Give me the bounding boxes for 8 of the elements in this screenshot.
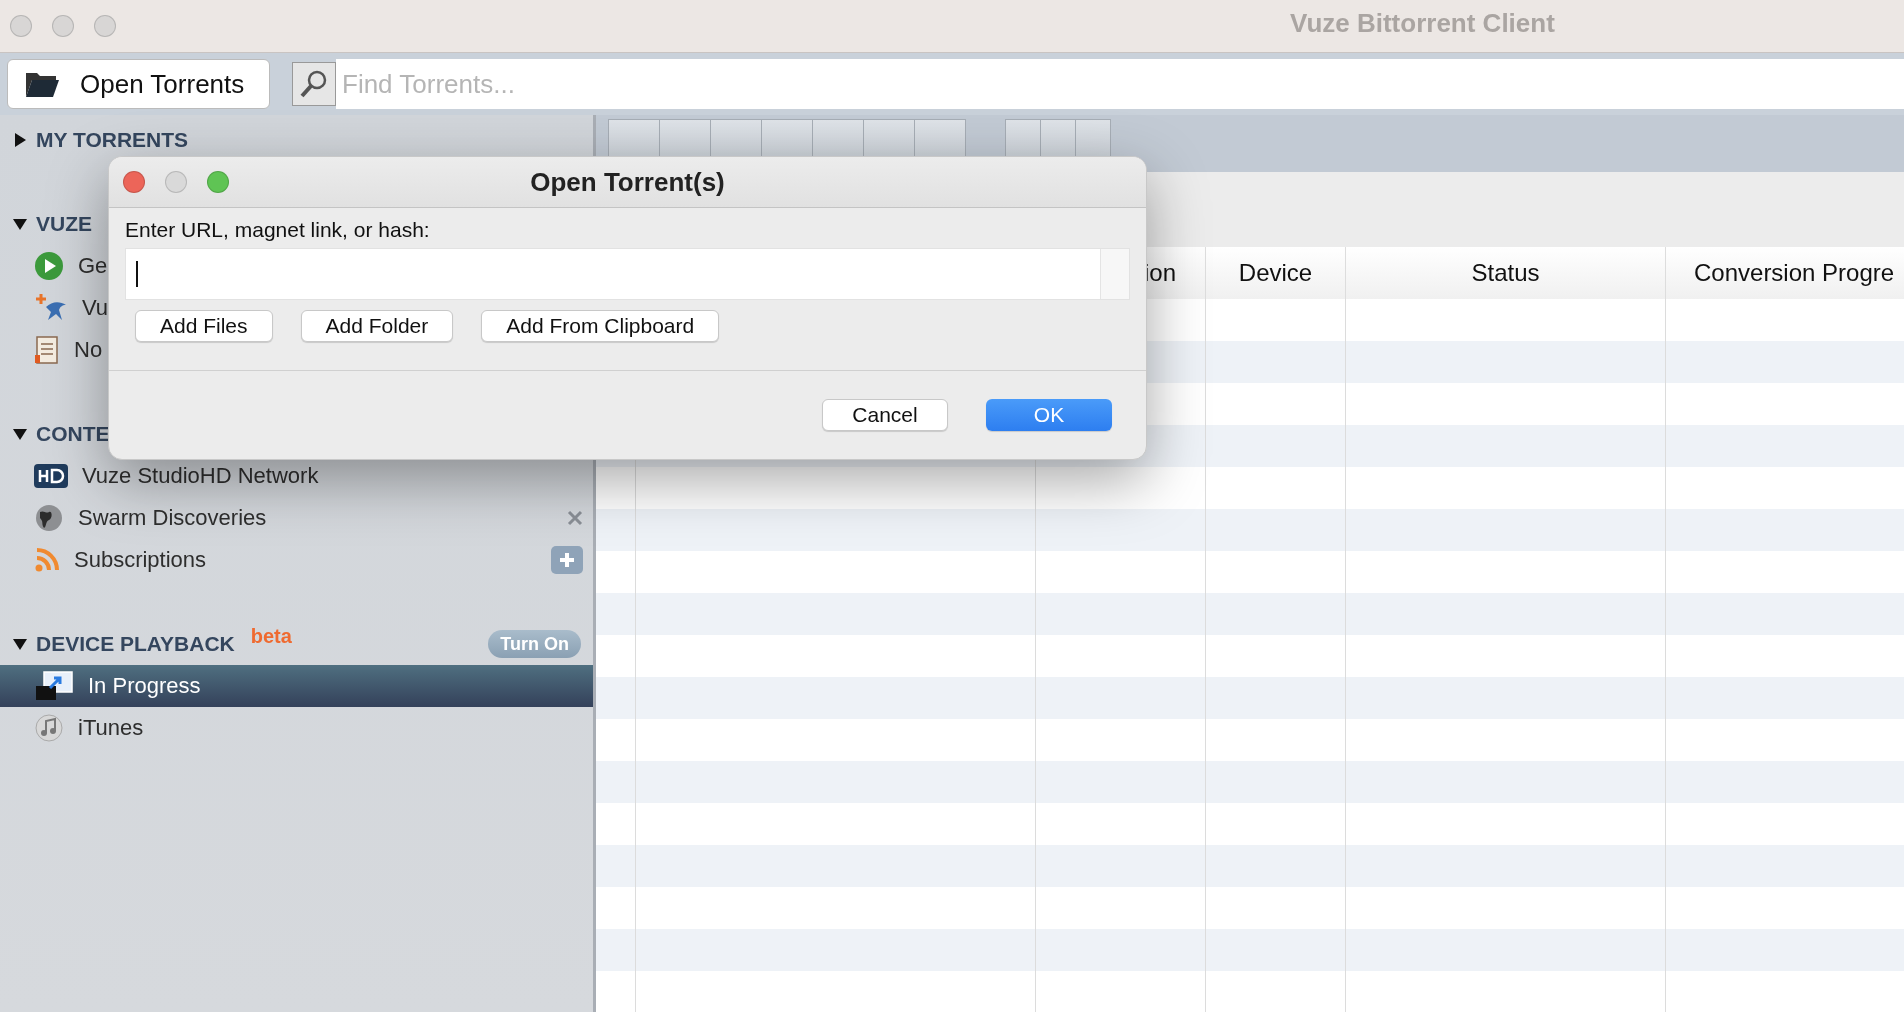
section-title: VUZE [36,212,92,236]
dialog-title: Open Torrent(s) [529,166,726,198]
beta-label: beta [250,625,292,648]
field-label: Enter URL, magnet link, or hash: [125,218,431,242]
section-title: MY TORRENTS [36,128,189,152]
section-title: DEVICE PLAYBACK [36,632,235,656]
window-title: Vuze Bittorrent Client [1290,8,1555,39]
section-title: CONTE [36,422,110,446]
